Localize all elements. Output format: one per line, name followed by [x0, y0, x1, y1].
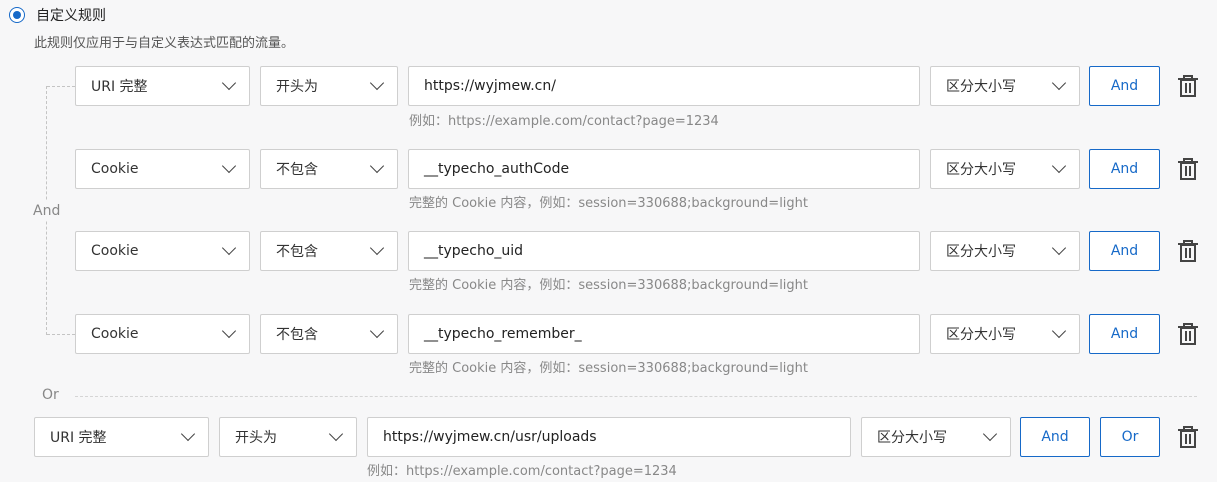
and-button[interactable]: And [1020, 417, 1090, 457]
chevron-down-icon [369, 323, 385, 339]
chevron-down-icon [982, 426, 998, 442]
field-select[interactable]: Cookie [75, 149, 250, 189]
trash-icon[interactable] [1177, 425, 1199, 449]
trash-icon[interactable] [1177, 157, 1199, 181]
operator-select[interactable]: 开头为 [260, 66, 398, 106]
and-button[interactable]: And [1089, 149, 1160, 189]
trash-icon[interactable] [1177, 239, 1199, 263]
value-input[interactable]: __typecho_remember_ [408, 314, 920, 354]
chevron-down-icon [221, 323, 237, 339]
and-button[interactable]: And [1089, 231, 1160, 271]
rule-hint: 完整的 Cookie 内容，例如：session=330688;backgrou… [409, 196, 809, 211]
case-select[interactable]: 区分大小写 [930, 66, 1080, 106]
custom-rule-label: 自定义规则 [36, 8, 106, 24]
field-select[interactable]: Cookie [75, 314, 250, 354]
custom-rule-description: 此规则仅应用于与自定义表达式匹配的流量。 [34, 36, 295, 51]
radio-selected-icon[interactable] [9, 7, 25, 23]
operator-select[interactable]: 开头为 [219, 417, 357, 457]
value-input[interactable]: https://wyjmew.cn/ [408, 66, 920, 106]
custom-rule-option[interactable]: 自定义规则 [9, 5, 106, 25]
chevron-down-icon [1051, 240, 1067, 256]
operator-select[interactable]: 不包含 [260, 231, 398, 271]
field-select[interactable]: URI 完整 [34, 417, 209, 457]
and-button[interactable]: And [1089, 314, 1160, 354]
and-group-label: And [33, 201, 61, 221]
chevron-down-icon [1051, 75, 1067, 91]
case-select[interactable]: 区分大小写 [930, 231, 1080, 271]
value-input[interactable]: __typecho_authCode [408, 149, 920, 189]
field-select[interactable]: URI 完整 [75, 66, 250, 106]
rule-hint: 完整的 Cookie 内容，例如：session=330688;backgrou… [409, 361, 809, 376]
chevron-down-icon [328, 426, 344, 442]
case-select[interactable]: 区分大小写 [930, 149, 1080, 189]
rule-hint: 例如：https://example.com/contact?page=1234 [409, 114, 719, 129]
or-button[interactable]: Or [1100, 417, 1160, 457]
value-input[interactable]: __typecho_uid [408, 231, 920, 271]
field-select[interactable]: Cookie [75, 231, 250, 271]
chevron-down-icon [221, 75, 237, 91]
custom-rule-editor: 自定义规则 此规则仅应用于与自定义表达式匹配的流量。 And URI 完整 开头… [0, 0, 1217, 482]
case-select[interactable]: 区分大小写 [930, 314, 1080, 354]
operator-select[interactable]: 不包含 [260, 149, 398, 189]
rule-hint: 完整的 Cookie 内容，例如：session=330688;backgrou… [409, 278, 809, 293]
chevron-down-icon [369, 158, 385, 174]
chevron-down-icon [369, 75, 385, 91]
chevron-down-icon [1051, 323, 1067, 339]
trash-icon[interactable] [1177, 322, 1199, 346]
chevron-down-icon [221, 158, 237, 174]
value-input[interactable]: https://wyjmew.cn/usr/uploads [367, 417, 851, 457]
chevron-down-icon [221, 240, 237, 256]
rule-hint: 例如：https://example.com/contact?page=1234 [367, 464, 677, 479]
operator-select[interactable]: 不包含 [260, 314, 398, 354]
chevron-down-icon [369, 240, 385, 256]
or-divider-line [75, 396, 1197, 397]
chevron-down-icon [1051, 158, 1067, 174]
case-select[interactable]: 区分大小写 [861, 417, 1011, 457]
trash-icon[interactable] [1177, 74, 1199, 98]
chevron-down-icon [180, 426, 196, 442]
and-button[interactable]: And [1089, 66, 1160, 106]
or-divider-label: Or [42, 387, 59, 403]
